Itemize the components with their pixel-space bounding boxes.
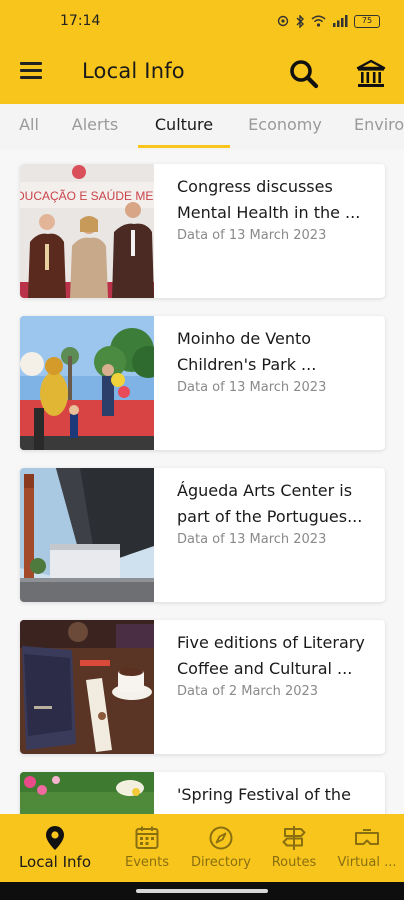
status-icons: 75 xyxy=(277,14,380,28)
news-thumbnail: DUCAÇÃO E SAÚDE MEN xyxy=(20,164,154,298)
news-thumbnail xyxy=(20,468,154,602)
hamburger-icon xyxy=(20,62,42,65)
nav-label: Events xyxy=(124,855,169,870)
compass-icon xyxy=(209,826,233,850)
bluetooth-icon xyxy=(296,14,304,28)
news-card[interactable]: Five editions of Literary Coffee and Cul… xyxy=(20,620,385,754)
page-title: Local Info xyxy=(82,59,185,83)
hamburger-icon-line xyxy=(20,76,42,79)
news-title: Five editions of Literary Coffee and Cul… xyxy=(177,633,365,678)
signpost-icon xyxy=(282,826,306,850)
nav-routes[interactable]: Routes xyxy=(264,814,324,882)
nav-events[interactable]: Events xyxy=(116,814,178,882)
news-date: Data of 13 March 2023 xyxy=(177,228,327,243)
status-time: 17:14 xyxy=(60,13,101,29)
tab-culture[interactable]: Culture xyxy=(138,104,230,150)
news-date: Data of 13 March 2023 xyxy=(177,532,327,547)
news-list: DUCAÇÃO E SAÚDE MEN Congress discusses M… xyxy=(0,150,404,814)
nav-label: Routes xyxy=(271,855,317,870)
system-navigation-bar xyxy=(0,882,404,900)
status-bar: 17:14 75 xyxy=(0,0,404,42)
news-date: Data of 2 March 2023 xyxy=(177,684,319,699)
news-card[interactable]: DUCAÇÃO E SAÚDE MEN Congress discusses M… xyxy=(20,164,385,298)
news-thumbnail xyxy=(20,316,154,450)
calendar-icon xyxy=(135,826,159,849)
news-title: 'Spring Festival of the Flower' xyxy=(177,785,351,814)
news-thumbnail xyxy=(20,620,154,754)
nav-label: Virtual ... xyxy=(337,855,397,870)
nav-label: Directory xyxy=(191,855,251,870)
hamburger-icon-line xyxy=(20,69,42,72)
news-card[interactable]: Moinho de Vento Children's Park ... Data… xyxy=(20,316,385,450)
nav-local-info[interactable]: Local Info xyxy=(8,814,102,882)
news-card[interactable]: 'Spring Festival of the Flower' xyxy=(20,772,385,814)
vr-headset-icon xyxy=(355,829,379,845)
home-gesture-handle[interactable] xyxy=(136,889,268,893)
nav-virtual[interactable]: Virtual ... xyxy=(334,814,400,882)
menu-button[interactable] xyxy=(20,62,44,84)
tab-environment[interactable]: Enviro xyxy=(354,104,404,150)
app-bar: Local Info xyxy=(0,42,404,104)
news-thumbnail xyxy=(20,772,154,814)
category-tabs: All Alerts Culture Economy Enviro xyxy=(0,104,404,150)
news-title: Águeda Arts Center is part of the Portug… xyxy=(177,481,363,526)
battery-icon: 75 xyxy=(354,14,380,28)
nav-directory[interactable]: Directory xyxy=(188,814,254,882)
alarm-icon xyxy=(277,15,289,27)
search-button[interactable] xyxy=(288,58,320,90)
news-date: Data of 13 March 2023 xyxy=(177,380,327,395)
news-title: Moinho de Vento Children's Park ... xyxy=(177,329,317,374)
signal-icon xyxy=(333,15,348,27)
banner-text: DUCAÇÃO E SAÚDE MEN xyxy=(20,188,154,203)
tab-all[interactable]: All xyxy=(16,104,42,150)
bottom-navigation: Local Info Events Directory Routes Virtu… xyxy=(0,814,404,882)
municipality-button[interactable] xyxy=(355,58,387,90)
location-pin-icon xyxy=(46,826,64,850)
tab-economy[interactable]: Economy xyxy=(246,104,324,150)
wifi-icon xyxy=(311,15,326,27)
nav-label: Local Info xyxy=(18,853,92,871)
search-icon xyxy=(290,60,319,89)
news-card[interactable]: Águeda Arts Center is part of the Portug… xyxy=(20,468,385,602)
news-title: Congress discusses Mental Health in the … xyxy=(177,177,361,222)
bank-building-icon xyxy=(356,59,386,87)
tab-alerts[interactable]: Alerts xyxy=(70,104,120,150)
